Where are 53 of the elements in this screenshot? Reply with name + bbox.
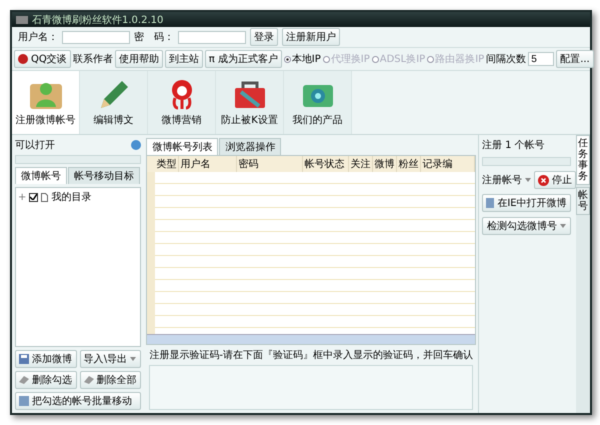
module-button[interactable]: 注册微博帐号 bbox=[12, 71, 80, 134]
panel-tab[interactable]: 帐号移动目标 bbox=[68, 167, 140, 184]
check-button[interactable]: 检测勾选微博号 bbox=[482, 217, 571, 235]
window-title: 石青微博刷粉丝软件1.0.2.10 bbox=[32, 14, 164, 26]
username-field[interactable] bbox=[62, 30, 130, 44]
list-tab[interactable]: 浏览器操作 bbox=[219, 138, 282, 155]
module-button[interactable]: 微博营销 bbox=[148, 71, 216, 134]
open-ie-button[interactable]: 在IE中打开微博 bbox=[482, 194, 571, 212]
app-icon bbox=[16, 16, 28, 24]
panel-button[interactable]: 删除全部 bbox=[80, 371, 142, 389]
caret-icon bbox=[525, 178, 531, 182]
toolbar-button[interactable]: 到主站 bbox=[164, 50, 203, 68]
pi-icon: π bbox=[208, 54, 215, 64]
ip-mode-radio[interactable]: 本地IP bbox=[284, 52, 321, 66]
qq-chat-button[interactable]: QQ交谈 bbox=[14, 50, 71, 68]
panel-title: 可以打开 bbox=[15, 138, 55, 152]
page-icon bbox=[486, 198, 494, 208]
panel-button[interactable]: 把勾选的帐号批量移动 bbox=[15, 392, 142, 410]
interval-field[interactable]: 5 bbox=[528, 52, 554, 66]
side-tab[interactable]: 帐号 bbox=[576, 187, 590, 215]
stop-button[interactable]: 停止 bbox=[534, 171, 576, 189]
module-button[interactable]: 防止被K设置 bbox=[216, 71, 284, 134]
caret-icon bbox=[560, 224, 566, 228]
caret-icon bbox=[130, 357, 136, 361]
eraser-icon bbox=[19, 376, 29, 384]
password-field[interactable] bbox=[178, 30, 246, 44]
panel-button[interactable]: 添加微博 bbox=[15, 350, 77, 368]
register-button[interactable]: 注册新用户 bbox=[282, 28, 340, 46]
panel-button[interactable]: 删除勾选 bbox=[15, 371, 77, 389]
register-count-label: 注册 1 个帐号 bbox=[482, 138, 546, 152]
tree-checkbox[interactable] bbox=[29, 192, 38, 202]
password-label: 密 码： bbox=[134, 30, 174, 44]
captcha-message: 注册显示验证码-请在下面『验证码』框中录入显示的验证码，并回车确认 bbox=[148, 348, 474, 363]
interval-label: 间隔次数 bbox=[486, 53, 526, 66]
file-icon bbox=[41, 192, 48, 202]
toolbar-button[interactable]: 使用帮助 bbox=[114, 50, 163, 68]
config-button[interactable]: 配置... bbox=[556, 50, 594, 68]
horizontal-scrollbar[interactable] bbox=[147, 334, 475, 344]
module-button[interactable]: 我们的产品 bbox=[284, 71, 352, 134]
panel-tab[interactable]: 微博帐号 bbox=[15, 167, 67, 184]
side-tab[interactable]: 任务事务 bbox=[576, 135, 590, 185]
expand-icon[interactable]: + bbox=[18, 192, 26, 202]
close-icon bbox=[538, 174, 549, 186]
eraser-icon bbox=[84, 376, 94, 384]
mode-dropdown[interactable]: 注册帐号 bbox=[482, 173, 531, 187]
username-label: 用户名： bbox=[18, 30, 58, 44]
contact-link[interactable]: 联系作者 bbox=[72, 52, 113, 66]
upgrade-button[interactable]: π 成为正式客户 bbox=[204, 50, 282, 68]
panel-button[interactable]: 导入\导出 bbox=[80, 350, 142, 368]
list-tab[interactable]: 微博帐号列表 bbox=[146, 138, 218, 155]
tree-item[interactable]: 我的目录 bbox=[51, 190, 92, 204]
module-button[interactable]: 编辑博文 bbox=[80, 71, 148, 134]
login-button[interactable]: 登录 bbox=[250, 28, 278, 46]
